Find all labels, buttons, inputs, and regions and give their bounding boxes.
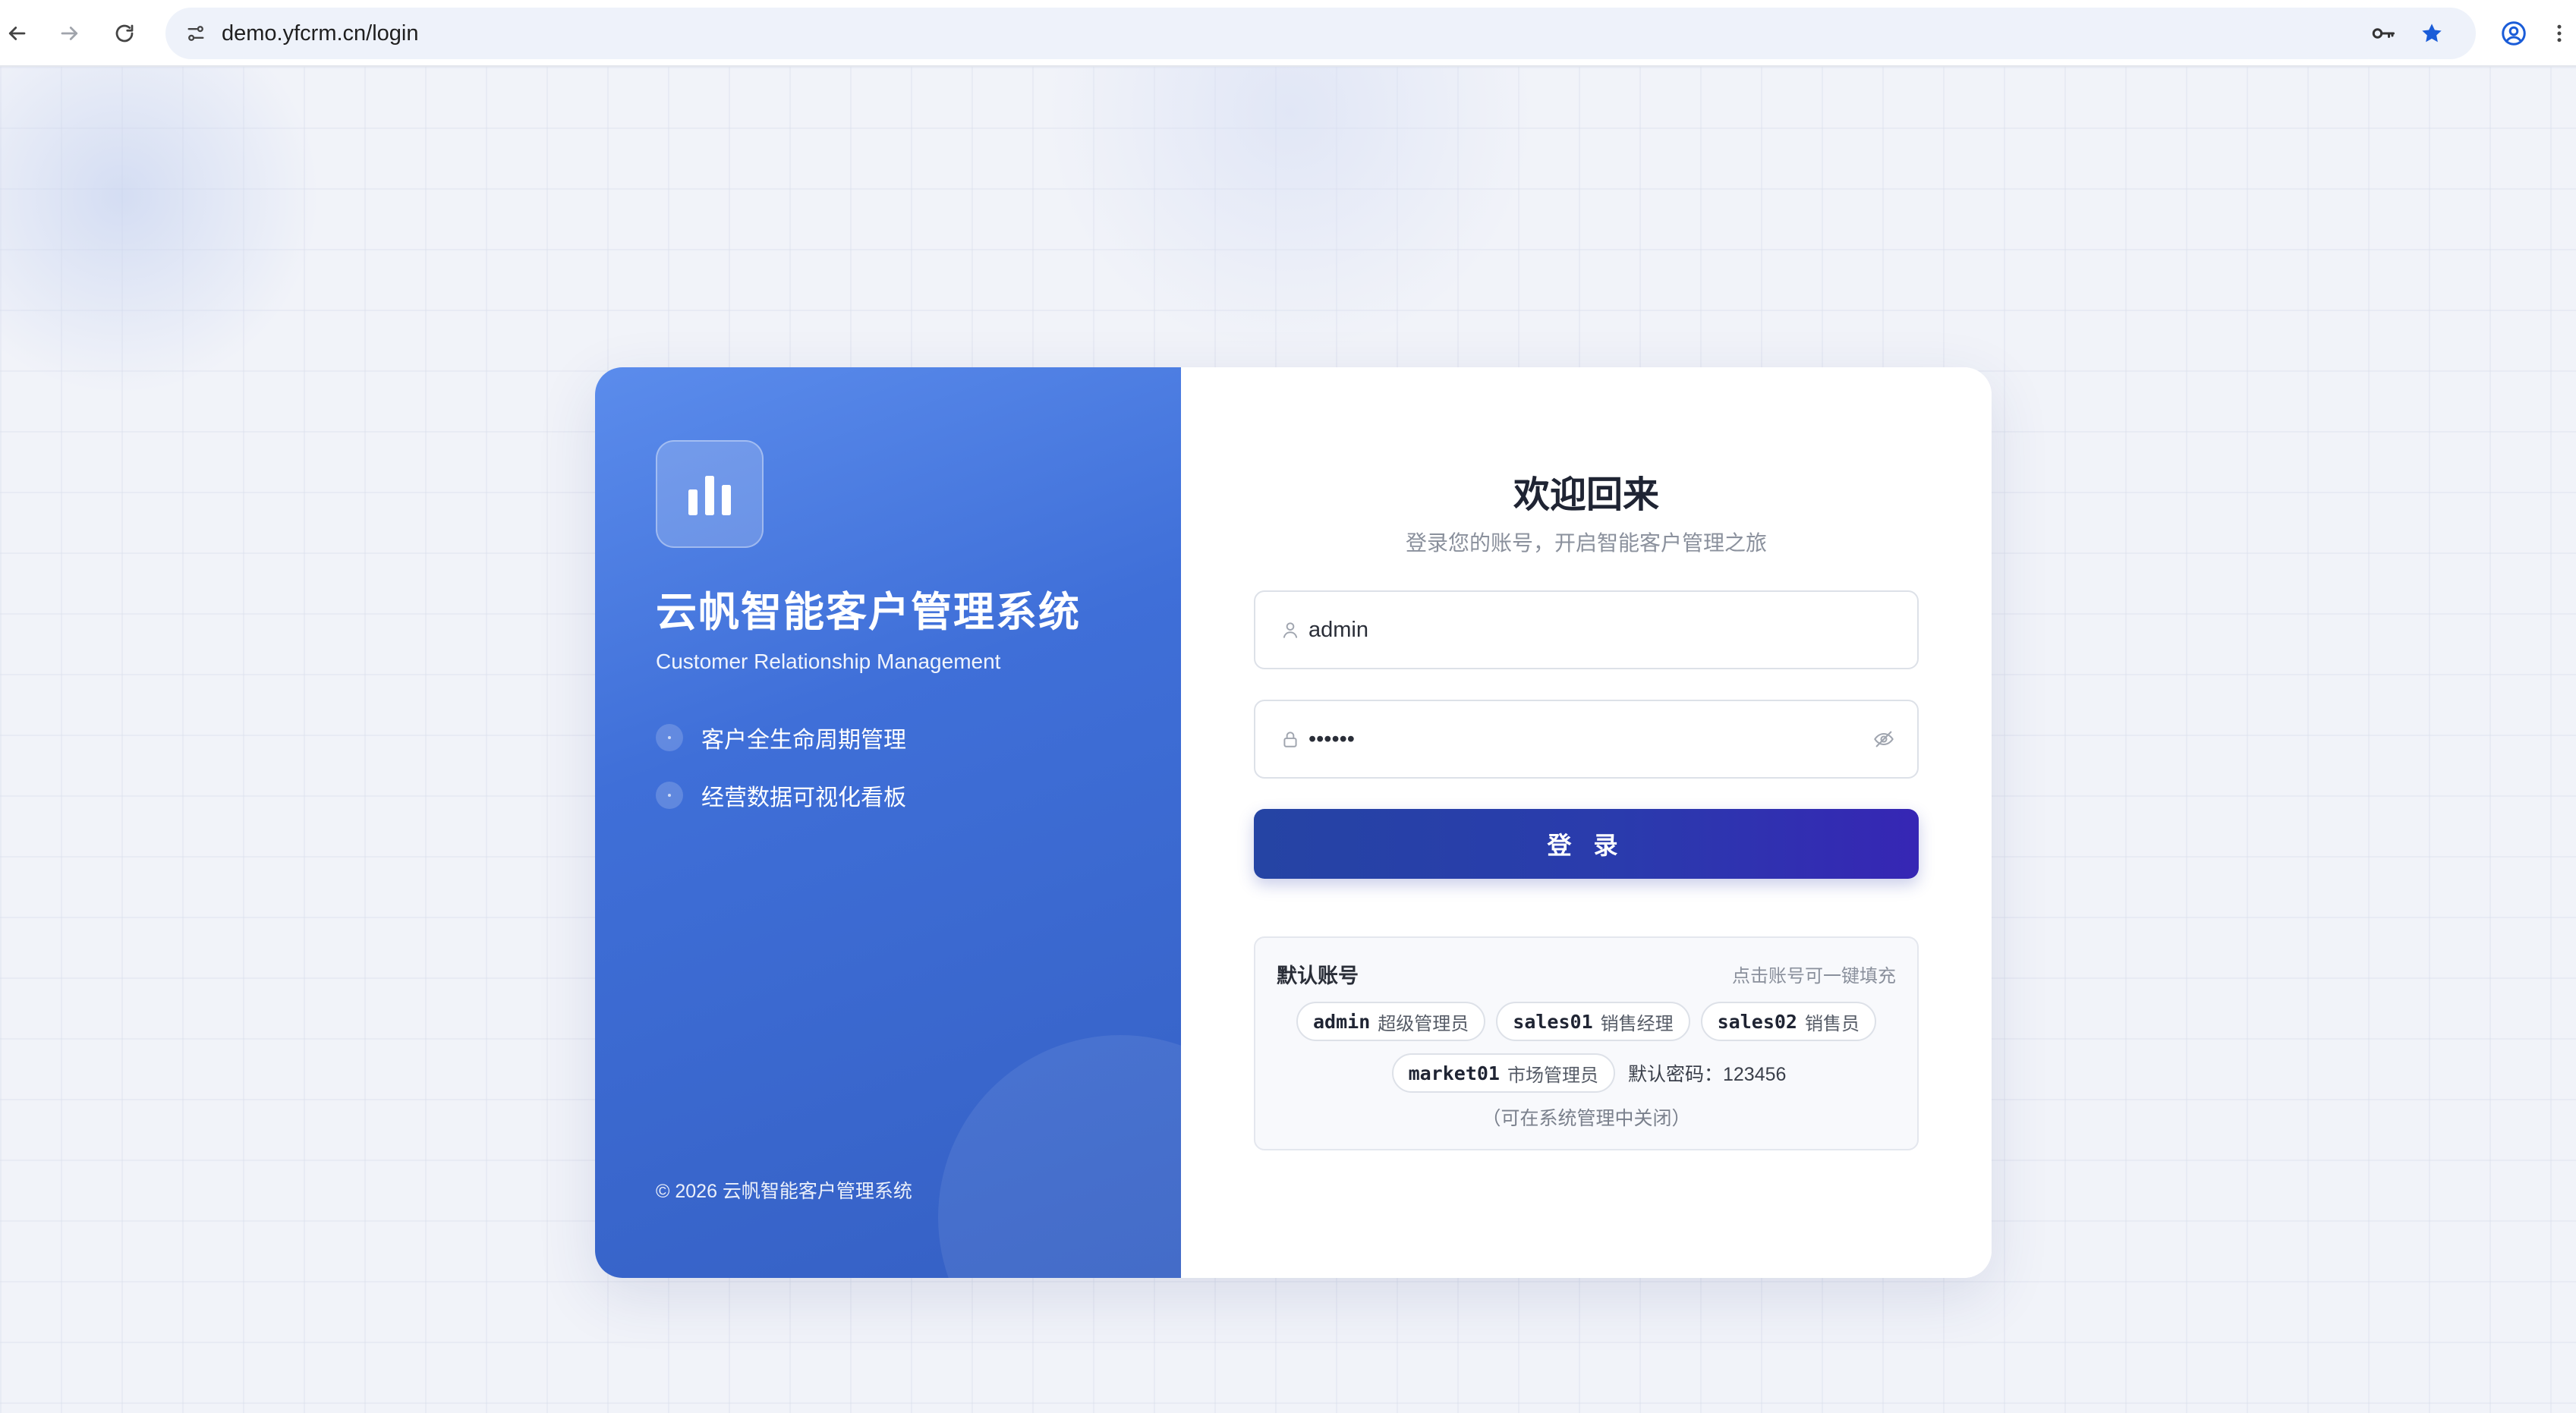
- reload-icon: [115, 24, 134, 42]
- star-icon: [2422, 24, 2442, 42]
- account-role: 超级管理员: [1378, 1013, 1469, 1034]
- default-accounts-title: 默认账号: [1277, 965, 1359, 987]
- account-username: market01: [1408, 1062, 1500, 1084]
- username-field[interactable]: [1254, 590, 1919, 669]
- account-chip-sales01[interactable]: sales01 销售经理: [1496, 1002, 1690, 1041]
- account-role: 销售员: [1804, 1013, 1860, 1034]
- account-chip-market01[interactable]: market01 市场管理员: [1391, 1053, 1615, 1093]
- brand-title: 云帆智能客户管理系统: [656, 590, 1081, 635]
- account-chip-sales02[interactable]: sales02 销售员: [1700, 1002, 1876, 1041]
- account-username: sales01: [1513, 1010, 1593, 1033]
- bullet-dot-icon: [656, 724, 683, 751]
- site-settings-icon[interactable]: [179, 17, 213, 50]
- default-accounts-hint: 点击账号可一键填充: [1732, 966, 1896, 987]
- password-field[interactable]: [1254, 700, 1919, 779]
- welcome-subheading: 登录您的账号，开启智能客户管理之旅: [1405, 531, 1767, 555]
- account-chip-row: market01 市场管理员 默认密码：123456: [1255, 1053, 1917, 1093]
- bookmark-button[interactable]: [2415, 17, 2448, 50]
- lock-icon: [1277, 725, 1304, 753]
- password-key-button[interactable]: [2367, 17, 2400, 50]
- decorative-circle: [938, 1035, 1181, 1278]
- reload-button[interactable]: [108, 17, 141, 50]
- profile-button[interactable]: [2497, 17, 2530, 50]
- login-form-panel: 欢迎回来 登录您的账号，开启智能客户管理之旅 登 录 默认账号 点击账号可一键填…: [1181, 367, 1992, 1278]
- forward-button[interactable]: [53, 17, 87, 50]
- username-input[interactable]: [1308, 592, 1855, 668]
- brand-subtitle: Customer Relationship Management: [656, 650, 1001, 673]
- url-text[interactable]: demo.yfcrm.cn/login: [222, 8, 419, 59]
- feature-label: 客户全生命周期管理: [701, 728, 906, 753]
- browser-toolbar: demo.yfcrm.cn/login: [0, 0, 2576, 67]
- account-username: sales02: [1717, 1010, 1797, 1033]
- account-role: 市场管理员: [1507, 1065, 1598, 1086]
- default-password-note: 默认密码：123456: [1627, 1064, 1787, 1085]
- bullet-dot-icon: [656, 782, 683, 809]
- welcome-heading: 欢迎回来: [1513, 475, 1659, 515]
- account-chip-admin[interactable]: admin 超级管理员: [1296, 1002, 1486, 1041]
- close-note: （可在系统管理中关闭）: [1482, 1108, 1691, 1129]
- key-icon: [2372, 28, 2395, 39]
- default-accounts-panel: 默认账号 点击账号可一键填充 admin 超级管理员 sales01 销售经理 …: [1254, 936, 1919, 1150]
- bar-chart-icon: [688, 476, 731, 515]
- app-logo: [656, 440, 764, 548]
- toggle-visibility-icon[interactable]: [1870, 725, 1897, 753]
- account-circle-icon: [2502, 21, 2526, 46]
- password-input[interactable]: [1308, 701, 1855, 777]
- account-role: 销售经理: [1600, 1013, 1674, 1034]
- arrow-left-icon: [8, 27, 26, 40]
- login-card: 云帆智能客户管理系统 Customer Relationship Managem…: [595, 367, 1992, 1278]
- more-vertical-icon: [2557, 24, 2562, 42]
- feature-item: 经营数据可视化看板: [656, 779, 906, 812]
- account-chip-row: admin 超级管理员 sales01 销售经理 sales02 销售员: [1255, 1002, 1917, 1041]
- feature-item: 客户全生命周期管理: [656, 721, 906, 754]
- user-icon: [1277, 616, 1304, 644]
- login-button[interactable]: 登 录: [1254, 809, 1919, 879]
- arrow-right-icon: [61, 27, 78, 40]
- back-button[interactable]: [0, 17, 33, 50]
- address-bar[interactable]: demo.yfcrm.cn/login: [165, 8, 2476, 59]
- feature-label: 经营数据可视化看板: [701, 785, 906, 810]
- copyright: © 2026 云帆智能客户管理系统: [656, 1181, 912, 1202]
- account-username: admin: [1313, 1010, 1371, 1033]
- browser-menu-button[interactable]: [2543, 17, 2576, 50]
- brand-panel: 云帆智能客户管理系统 Customer Relationship Managem…: [595, 367, 1181, 1278]
